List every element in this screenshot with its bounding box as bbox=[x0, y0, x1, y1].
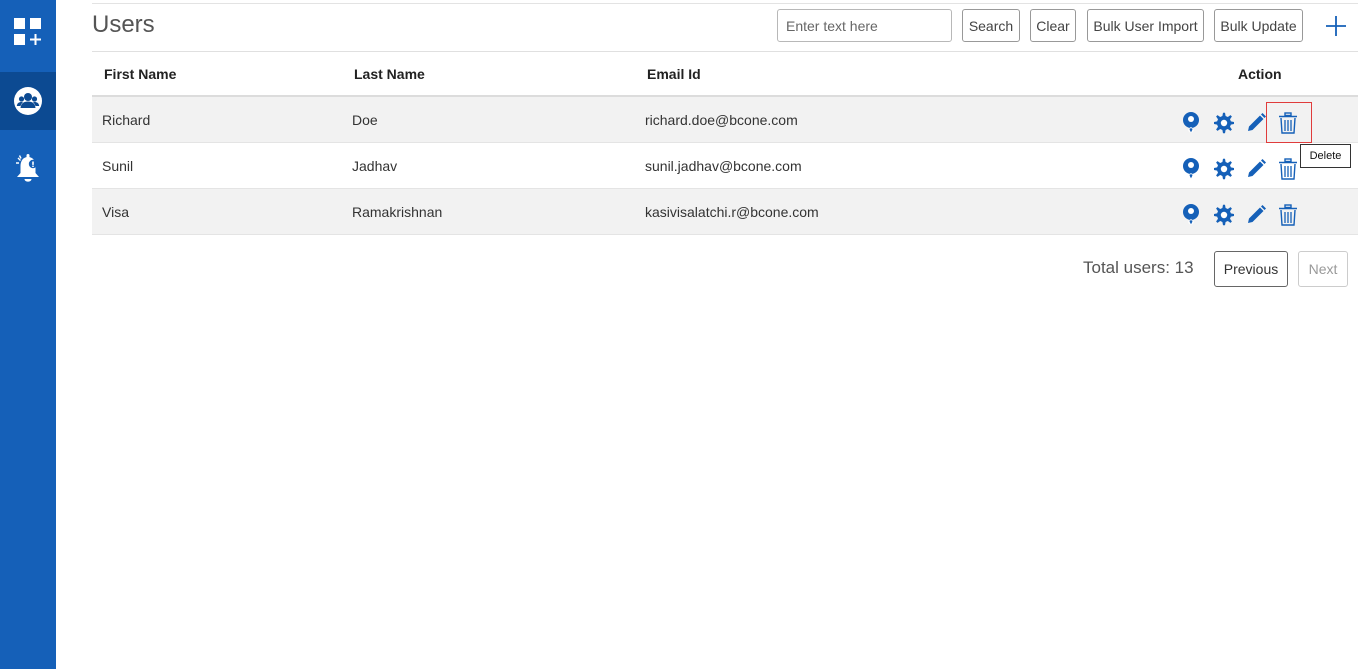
settings-button[interactable] bbox=[1212, 203, 1236, 227]
bulk-user-import-button[interactable]: Bulk User Import bbox=[1087, 9, 1204, 42]
cell-last-name: Ramakrishnan bbox=[352, 204, 443, 220]
settings-gear-icon bbox=[1214, 204, 1234, 226]
cell-first-name: Richard bbox=[102, 112, 151, 128]
table-row: Richard Doe richard.doe@bcone.com bbox=[92, 97, 1358, 143]
dashboard-add-icon bbox=[14, 18, 41, 45]
cell-email: richard.doe@bcone.com bbox=[645, 112, 798, 128]
top-divider bbox=[92, 3, 1358, 4]
role-badge-icon bbox=[1183, 204, 1199, 225]
edit-pencil-icon bbox=[1248, 205, 1266, 223]
edit-button[interactable] bbox=[1244, 203, 1268, 227]
edit-pencil-icon bbox=[1248, 113, 1266, 131]
cell-last-name: Doe bbox=[352, 112, 378, 128]
role-button[interactable] bbox=[1179, 203, 1203, 227]
column-first-name: First Name bbox=[104, 66, 177, 82]
delete-button[interactable] bbox=[1276, 111, 1300, 135]
bulk-update-button[interactable]: Bulk Update bbox=[1214, 9, 1303, 42]
cell-email: kasivisalatchi.r@bcone.com bbox=[645, 204, 819, 220]
settings-gear-icon bbox=[1214, 158, 1234, 180]
sidebar bbox=[0, 0, 56, 669]
previous-button[interactable]: Previous bbox=[1214, 251, 1288, 287]
settings-button[interactable] bbox=[1212, 157, 1236, 181]
clear-button[interactable]: Clear bbox=[1030, 9, 1076, 42]
settings-gear-icon bbox=[1214, 112, 1234, 134]
cell-first-name: Sunil bbox=[102, 158, 134, 174]
role-badge-icon bbox=[1183, 112, 1199, 133]
cell-first-name: Visa bbox=[102, 204, 129, 220]
plus-icon bbox=[1326, 16, 1346, 36]
sidebar-item-notifications[interactable] bbox=[0, 140, 56, 198]
main-content: Users Search Clear Bulk User Import Bulk… bbox=[56, 0, 1358, 669]
sidebar-item-dashboard[interactable] bbox=[0, 3, 56, 61]
column-last-name: Last Name bbox=[354, 66, 425, 82]
sidebar-item-users[interactable] bbox=[0, 72, 56, 130]
edit-pencil-icon bbox=[1248, 159, 1266, 177]
table-header: First Name Last Name Email Id Action bbox=[92, 52, 1358, 97]
users-group-icon bbox=[14, 87, 42, 115]
delete-trash-icon bbox=[1279, 158, 1297, 180]
role-button[interactable] bbox=[1179, 111, 1203, 135]
column-action: Action bbox=[1238, 66, 1282, 82]
edit-button[interactable] bbox=[1244, 111, 1268, 135]
delete-tooltip: Delete bbox=[1300, 144, 1351, 168]
column-email: Email Id bbox=[647, 66, 701, 82]
role-badge-icon bbox=[1183, 158, 1199, 179]
table-row: Visa Ramakrishnan kasivisalatchi.r@bcone… bbox=[92, 189, 1358, 235]
settings-button[interactable] bbox=[1212, 111, 1236, 135]
total-users-count: Total users: 13 bbox=[1083, 258, 1194, 277]
add-user-button[interactable] bbox=[1324, 14, 1348, 38]
page-title: Users bbox=[92, 11, 155, 38]
delete-trash-icon bbox=[1279, 112, 1297, 134]
search-button[interactable]: Search bbox=[962, 9, 1020, 42]
delete-button[interactable] bbox=[1276, 157, 1300, 181]
cell-email: sunil.jadhav@bcone.com bbox=[645, 158, 802, 174]
role-button[interactable] bbox=[1179, 157, 1203, 181]
delete-trash-icon bbox=[1279, 204, 1297, 226]
next-button[interactable]: Next bbox=[1298, 251, 1348, 287]
notification-bell-icon bbox=[16, 154, 39, 182]
edit-button[interactable] bbox=[1244, 157, 1268, 181]
delete-button[interactable] bbox=[1276, 203, 1300, 227]
search-input[interactable] bbox=[777, 9, 952, 42]
cell-last-name: Jadhav bbox=[352, 158, 398, 174]
table-row: Sunil Jadhav sunil.jadhav@bcone.com bbox=[92, 143, 1358, 189]
